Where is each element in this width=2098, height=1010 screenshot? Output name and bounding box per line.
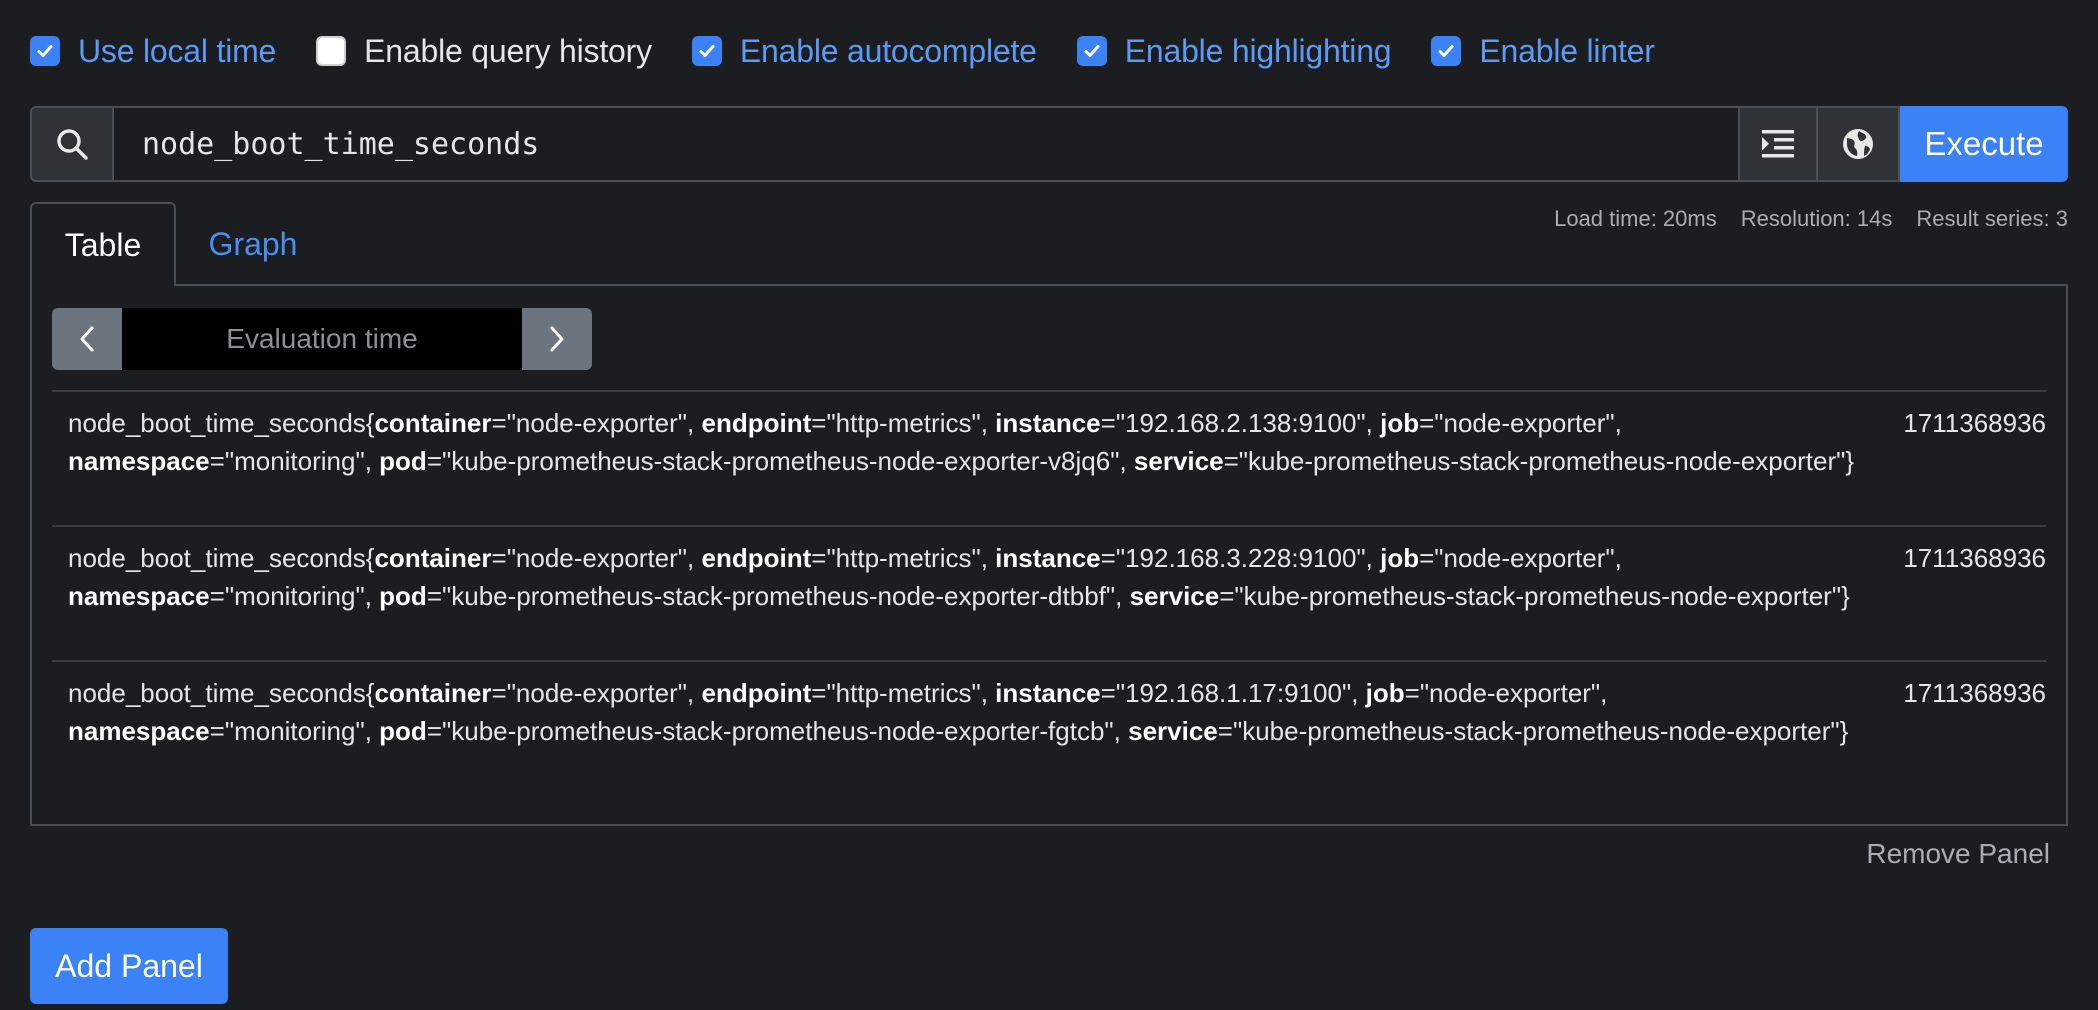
option-label: Enable highlighting — [1124, 32, 1392, 69]
series-labels: node_boot_time_seconds{container="node-e… — [68, 543, 1850, 611]
search-icon — [57, 129, 88, 160]
option-label: Enable query history — [364, 32, 652, 69]
series-value: 1711368936 — [1903, 678, 2046, 708]
load-time: Load time: 20ms — [1554, 206, 1717, 231]
chevron-left-icon — [80, 326, 94, 352]
evaluation-time-input[interactable]: Evaluation time — [122, 308, 522, 370]
query-stats: Load time: 20ms Resolution: 14s Result s… — [1530, 204, 2068, 234]
series-value: 1711368936 — [1903, 408, 2046, 438]
result-series: Result series: 3 — [1916, 206, 2068, 231]
results-table: node_boot_time_seconds{container="node-e… — [52, 390, 2046, 795]
tab-graph[interactable]: Graph — [180, 202, 326, 286]
execute-button[interactable]: Execute — [1900, 106, 2068, 182]
format-indent-icon — [1762, 130, 1794, 158]
series-labels: node_boot_time_seconds{container="node-e… — [68, 408, 1855, 476]
table-panel: Evaluation time node_boot_time_seconds{c… — [30, 284, 2068, 826]
checkbox-checked-icon[interactable] — [1431, 36, 1462, 66]
checkbox-checked-icon[interactable] — [691, 36, 722, 66]
option-use-local-time[interactable]: Use local time — [30, 33, 276, 70]
resolution: Resolution: 14s — [1740, 206, 1893, 231]
expression-input[interactable]: node_boot_time_seconds — [112, 106, 1740, 182]
table-row: node_boot_time_seconds{container="node-e… — [52, 525, 2046, 660]
add-panel-button[interactable]: Add Panel — [30, 928, 228, 1004]
option-label: Enable autocomplete — [739, 32, 1037, 69]
options-row: Use local time Enable query history Enab… — [30, 30, 1695, 72]
query-bar: node_boot_time_seconds Execute — [30, 106, 2068, 182]
evaluation-time-control: Evaluation time — [52, 308, 592, 370]
checkbox-unchecked-icon[interactable] — [316, 36, 347, 66]
series-labels: node_boot_time_seconds{container="node-e… — [68, 678, 1849, 746]
checkbox-checked-icon[interactable] — [30, 36, 60, 66]
option-enable-query-history[interactable]: Enable query history — [316, 33, 652, 70]
option-enable-highlighting[interactable]: Enable highlighting — [1076, 32, 1392, 70]
checkbox-checked-icon[interactable] — [1076, 36, 1107, 66]
previous-time-button[interactable] — [52, 308, 122, 370]
option-label: Enable linter — [1479, 32, 1655, 69]
chevron-right-icon — [550, 326, 564, 352]
metrics-explorer-button[interactable] — [1818, 106, 1900, 182]
series-value: 1711368936 — [1903, 543, 2046, 573]
next-time-button[interactable] — [522, 308, 592, 370]
option-enable-linter[interactable]: Enable linter — [1431, 32, 1655, 70]
format-expression-button[interactable] — [1740, 106, 1818, 182]
table-row: node_boot_time_seconds{container="node-e… — [52, 660, 2046, 795]
search-icon-box — [30, 106, 112, 182]
tab-table[interactable]: Table — [30, 202, 176, 286]
table-row: node_boot_time_seconds{container="node-e… — [52, 390, 2046, 525]
option-label: Use local time — [78, 32, 277, 69]
globe-icon — [1843, 129, 1873, 159]
option-enable-autocomplete[interactable]: Enable autocomplete — [691, 32, 1037, 70]
remove-panel-link[interactable]: Remove Panel — [1866, 838, 2050, 870]
